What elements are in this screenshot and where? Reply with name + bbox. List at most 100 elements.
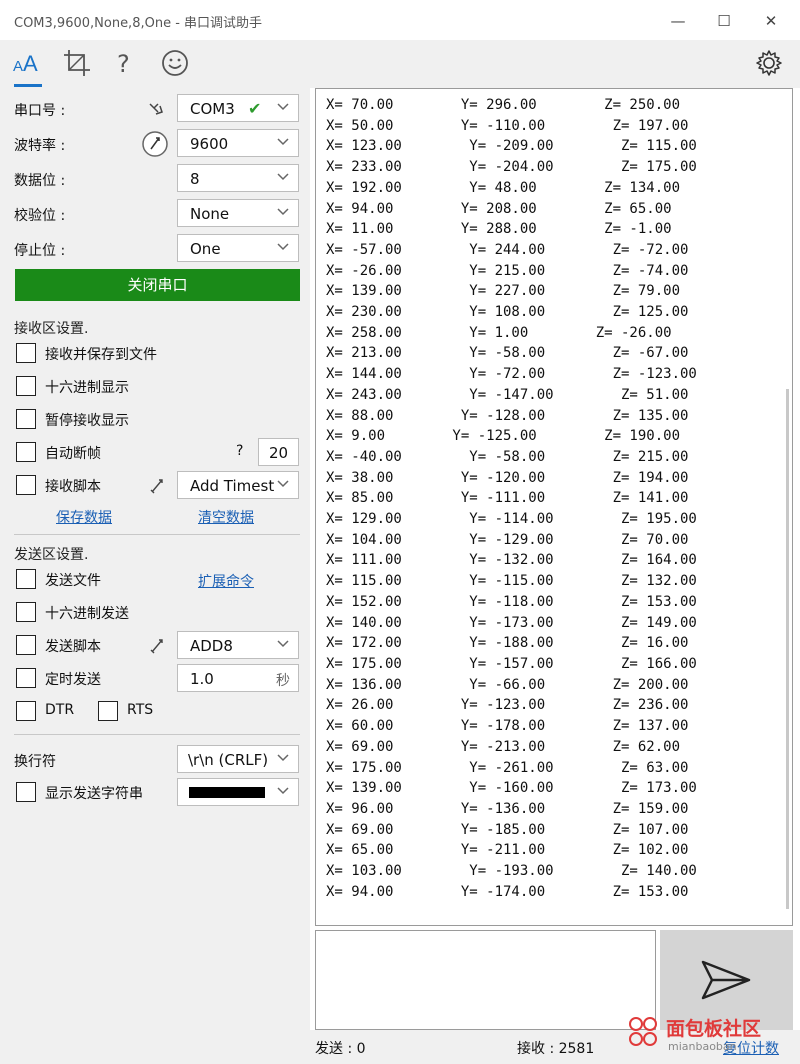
- received-count: 接收 : 2581: [517, 1041, 595, 1057]
- baud-select[interactable]: 9600: [177, 129, 299, 157]
- chevron-down-icon: [276, 637, 290, 651]
- scrollbar[interactable]: [786, 389, 789, 909]
- port-select-value: COM3: [190, 100, 235, 118]
- toolbar: AA ?: [0, 40, 800, 88]
- timed-send-input[interactable]: 1.0 秒: [177, 664, 299, 692]
- svg-text:A: A: [23, 51, 38, 76]
- auto-frame-input[interactable]: 20: [258, 438, 299, 466]
- timed-send-unit: 秒: [276, 673, 290, 689]
- show-send-string-checkbox[interactable]: [16, 782, 36, 802]
- sent-count: 发送 : 0: [315, 1041, 366, 1057]
- receive-script-value: Add Timest: [190, 477, 275, 495]
- receive-script-label: 接收脚本: [45, 479, 101, 495]
- hex-send-checkbox[interactable]: [16, 602, 36, 622]
- stopbits-select-value: One: [190, 240, 221, 258]
- check-icon: ✔: [248, 99, 262, 118]
- divider: [14, 534, 300, 535]
- script-edit-icon[interactable]: [148, 476, 166, 494]
- send-script-select[interactable]: ADD8: [177, 631, 299, 659]
- save-to-file-label: 接收并保存到文件: [45, 347, 157, 363]
- line-ending-label: 换行符: [14, 754, 56, 770]
- dtr-label: DTR: [45, 702, 75, 718]
- script-edit-icon[interactable]: [148, 636, 166, 654]
- save-to-file-checkbox[interactable]: [16, 343, 36, 363]
- send-script-value: ADD8: [190, 637, 233, 655]
- receive-area[interactable]: X= 70.00 Y= 296.00 Z= 250.00 X= 50.00 Y=…: [315, 88, 793, 926]
- chevron-down-icon: [276, 205, 290, 219]
- receive-settings-title: 接收区设置.: [14, 321, 89, 337]
- stopbits-select[interactable]: One: [177, 234, 299, 262]
- close-port-button[interactable]: 关闭串口: [15, 269, 300, 301]
- auto-frame-help-icon[interactable]: ?: [236, 443, 243, 459]
- receive-text: X= 70.00 Y= 296.00 Z= 250.00 X= 50.00 Y=…: [326, 97, 697, 900]
- font-icon[interactable]: AA: [10, 46, 44, 80]
- send-script-label: 发送脚本: [45, 639, 101, 655]
- rts-checkbox[interactable]: [98, 701, 118, 721]
- timed-send-label: 定时发送: [45, 672, 101, 688]
- chevron-down-icon: [276, 240, 290, 254]
- databits-select[interactable]: 8: [177, 164, 299, 192]
- rts-label: RTS: [127, 702, 154, 718]
- baud-knob-icon[interactable]: [141, 130, 169, 158]
- parity-select[interactable]: None: [177, 199, 299, 227]
- chevron-down-icon: [276, 477, 290, 491]
- chevron-down-icon: [276, 751, 290, 765]
- hex-display-label: 十六进制显示: [45, 380, 129, 396]
- chevron-down-icon: [276, 170, 290, 184]
- baud-select-value: 9600: [190, 135, 229, 153]
- port-select[interactable]: COM3 ✔: [177, 94, 299, 122]
- send-icon: [701, 960, 751, 1000]
- send-file-checkbox[interactable]: [16, 569, 36, 589]
- hex-display-checkbox[interactable]: [16, 376, 36, 396]
- active-tab-indicator: [14, 84, 42, 87]
- receive-script-checkbox[interactable]: [16, 475, 36, 495]
- timed-send-checkbox[interactable]: [16, 668, 36, 688]
- send-file-label: 发送文件: [45, 573, 101, 589]
- databits-select-value: 8: [190, 170, 200, 188]
- help-icon[interactable]: ?: [108, 46, 142, 80]
- window-title: COM3,9600,None,8,One - 串口调试助手: [14, 16, 263, 31]
- line-ending-value: \r\n (CRLF): [188, 751, 269, 769]
- clear-data-link[interactable]: 清空数据: [198, 507, 254, 527]
- pause-display-checkbox[interactable]: [16, 409, 36, 429]
- send-input[interactable]: [315, 930, 656, 1030]
- crop-icon[interactable]: [60, 46, 94, 80]
- parity-select-value: None: [190, 205, 230, 223]
- color-swatch: [189, 787, 265, 798]
- minimize-button[interactable]: —: [665, 8, 691, 34]
- dtr-checkbox[interactable]: [16, 701, 36, 721]
- color-select[interactable]: [177, 778, 299, 806]
- watermark: 面包板社区 mianbaoban: [620, 1010, 800, 1064]
- line-ending-select[interactable]: \r\n (CRLF): [177, 745, 299, 773]
- title-bar: COM3,9600,None,8,One - 串口调试助手 — ☐ ✕: [0, 0, 800, 40]
- svg-text:?: ?: [117, 50, 130, 78]
- chevron-down-icon: [276, 100, 290, 114]
- show-send-string-label: 显示发送字符串: [45, 786, 143, 802]
- port-label: 串口号 :: [14, 103, 66, 119]
- watermark-text: 面包板社区: [666, 1018, 762, 1040]
- close-button[interactable]: ✕: [758, 8, 784, 34]
- pause-display-label: 暂停接收显示: [45, 413, 129, 429]
- baud-label: 波特率 :: [14, 138, 66, 154]
- port-scan-icon[interactable]: [146, 98, 166, 118]
- svg-text:A: A: [13, 58, 23, 75]
- chevron-down-icon: [276, 135, 290, 149]
- hex-send-label: 十六进制发送: [45, 606, 129, 622]
- timed-send-value: 1.0: [190, 670, 214, 688]
- chevron-down-icon: [276, 784, 290, 798]
- parity-label: 校验位 :: [14, 208, 66, 224]
- smiley-icon[interactable]: [158, 46, 192, 80]
- stopbits-label: 停止位 :: [14, 243, 66, 259]
- send-script-checkbox[interactable]: [16, 635, 36, 655]
- receive-script-select[interactable]: Add Timest: [177, 471, 299, 499]
- auto-frame-value: 20: [269, 444, 289, 462]
- extend-command-link[interactable]: 扩展命令: [198, 571, 254, 591]
- databits-label: 数据位 :: [14, 173, 66, 189]
- divider: [14, 734, 300, 735]
- auto-frame-checkbox[interactable]: [16, 442, 36, 462]
- watermark-logo-icon: [624, 1012, 662, 1052]
- watermark-sub: mianbaoban: [668, 1040, 737, 1053]
- maximize-button[interactable]: ☐: [711, 8, 737, 34]
- gear-icon[interactable]: [752, 46, 786, 80]
- save-data-link[interactable]: 保存数据: [56, 507, 112, 527]
